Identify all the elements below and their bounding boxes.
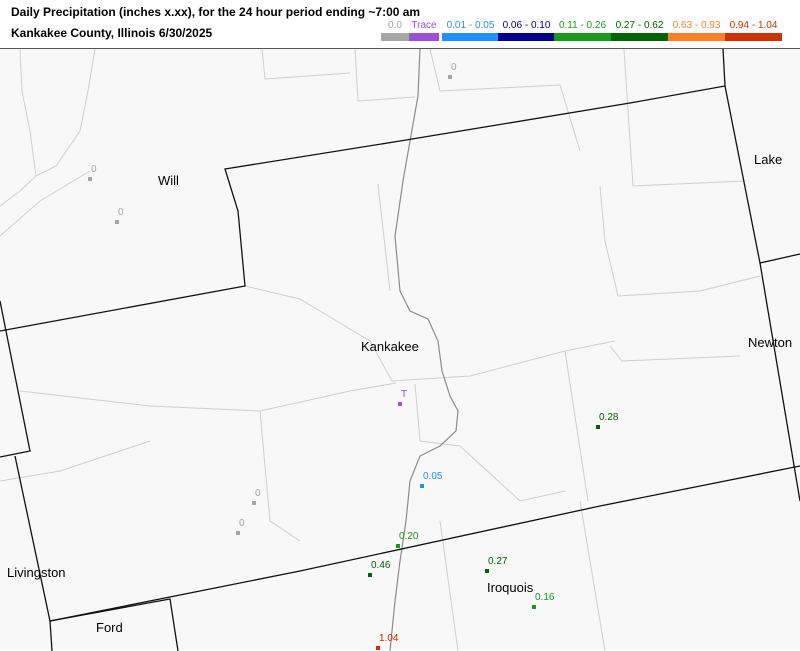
legend-item-0.94-1.04: 0.94 - 1.04 — [725, 20, 782, 41]
map-subtitle: Kankakee County, Illinois 6/30/2025 — [11, 26, 213, 40]
station-dot — [368, 573, 372, 577]
legend-swatch — [442, 33, 499, 41]
station-dot — [115, 220, 119, 224]
station-value: 0 — [239, 518, 245, 529]
legend-label: 0.27 - 0.62 — [615, 20, 664, 31]
legend-item-0.06-0.10: 0.06 - 0.10 — [498, 20, 555, 41]
station-dot — [420, 484, 424, 488]
legend-item-zero: 0.0 — [381, 20, 409, 41]
station-dot — [252, 501, 256, 505]
station-value: 0.16 — [535, 592, 555, 603]
station-value: 0 — [451, 62, 457, 73]
legend-swatch — [409, 33, 439, 41]
station-value: 0.46 — [371, 560, 391, 571]
precipitation-map-page: Daily Precipitation (inches x.xx), for t… — [0, 0, 800, 651]
station-value: 0 — [118, 207, 124, 218]
county-label-ford: Ford — [96, 620, 123, 635]
legend-label: 0.0 — [388, 20, 402, 31]
station-value: 0.27 — [488, 556, 508, 567]
county-label-iroquois: Iroquois — [487, 580, 534, 595]
station-dot — [485, 569, 489, 573]
legend-label: 0.01 - 0.05 — [446, 20, 495, 31]
legend-swatch — [668, 33, 725, 41]
legend-label: Trace — [411, 20, 437, 31]
map-title: Daily Precipitation (inches x.xx), for t… — [11, 5, 421, 19]
legend-label: 0.63 - 0.93 — [672, 20, 721, 31]
station-dot — [596, 425, 600, 429]
station-dot — [376, 646, 380, 650]
county-label-kankakee: Kankakee — [361, 339, 419, 354]
station-value: T — [401, 389, 408, 400]
legend-label: 0.94 - 1.04 — [729, 20, 778, 31]
station-dot — [396, 544, 400, 548]
county-label-will: Will — [158, 173, 179, 188]
station-value: 0.05 — [423, 471, 443, 482]
county-label-newton: Newton — [748, 335, 793, 350]
station-value: 1.04 — [379, 633, 399, 644]
map-area[interactable]: Will Kankakee Lake Newton Livingston Iro… — [0, 48, 800, 651]
legend-swatch — [554, 33, 611, 41]
station-dot — [448, 75, 452, 79]
station-value: 0.20 — [399, 531, 419, 542]
county-label-livingston: Livingston — [7, 565, 66, 580]
legend-swatch — [611, 33, 668, 41]
station-value: 0 — [91, 164, 97, 175]
station-value: 0.28 — [599, 412, 619, 423]
legend-item-0.63-0.93: 0.63 - 0.93 — [668, 20, 725, 41]
station-dot — [532, 605, 536, 609]
legend-item-0.27-0.62: 0.27 - 0.62 — [611, 20, 668, 41]
legend-item-0.11-0.26: 0.11 - 0.26 — [554, 20, 611, 41]
legend-swatch — [498, 33, 555, 41]
legend-swatch — [725, 33, 782, 41]
legend-swatch — [381, 33, 409, 41]
legend-item-0.01-0.05: 0.01 - 0.05 — [442, 20, 499, 41]
legend-item-trace: Trace — [409, 20, 439, 41]
legend-label: 0.06 - 0.10 — [502, 20, 551, 31]
station-dot — [236, 531, 240, 535]
station-value: 0 — [255, 488, 261, 499]
station-dot — [398, 402, 402, 406]
station-dot — [88, 177, 92, 181]
header: Daily Precipitation (inches x.xx), for t… — [0, 0, 800, 48]
legend-label: 0.11 - 0.26 — [558, 20, 607, 31]
county-label-lake: Lake — [754, 152, 783, 167]
